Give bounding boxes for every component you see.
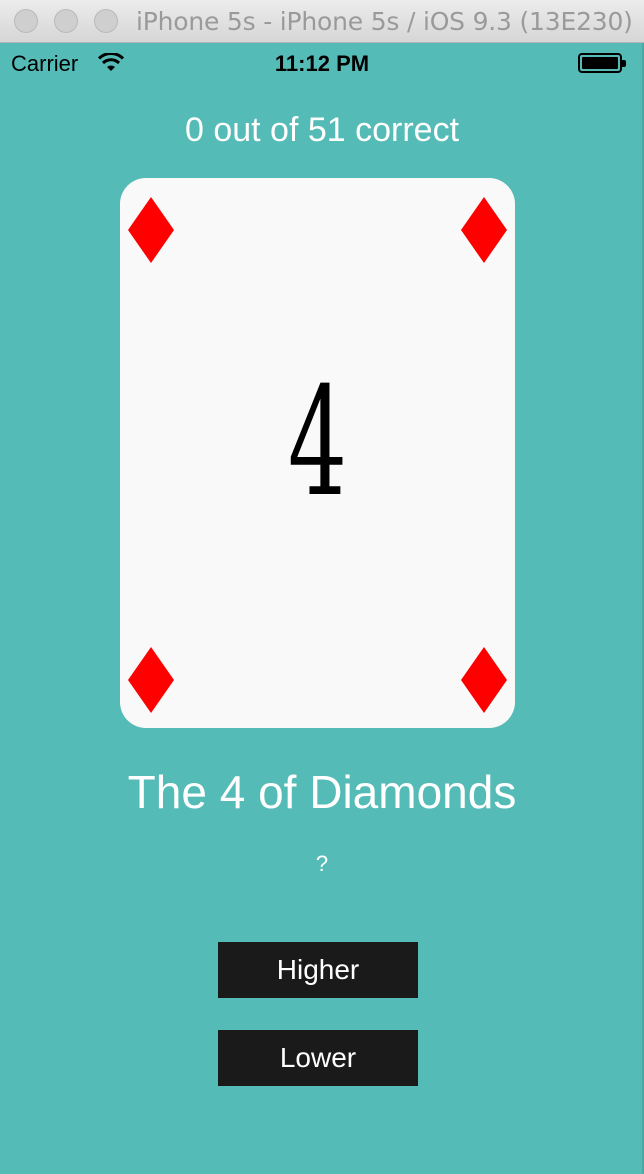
window-title: iPhone 5s - iPhone 5s / iOS 9.3 (13E230) <box>136 7 633 36</box>
card-name-label: The 4 of Diamonds <box>127 766 517 818</box>
status-bar: Carrier 11:12 PM <box>0 43 644 83</box>
result-label: ? <box>315 851 329 876</box>
diamond-icon <box>461 647 507 713</box>
clock: 11:12 PM <box>274 51 370 76</box>
simulator-title-bar: iPhone 5s - iPhone 5s / iOS 9.3 (13E230) <box>0 0 644 43</box>
higher-button[interactable]: Higher <box>218 942 418 998</box>
close-window-button[interactable] <box>14 9 38 33</box>
battery-icon <box>578 53 626 73</box>
app-screen: Carrier 11:12 PM 0 out of 51 correct 4 T… <box>0 43 644 1174</box>
zoom-window-button[interactable] <box>94 9 118 33</box>
minimize-window-button[interactable] <box>54 9 78 33</box>
diamond-icon <box>461 197 507 263</box>
diamond-icon <box>128 647 174 713</box>
diamond-icon <box>128 197 174 263</box>
lower-button[interactable]: Lower <box>218 1030 418 1086</box>
card-rank: 4 <box>287 356 348 530</box>
playing-card: 4 <box>120 178 515 728</box>
score-label: 0 out of 51 correct <box>184 111 460 149</box>
